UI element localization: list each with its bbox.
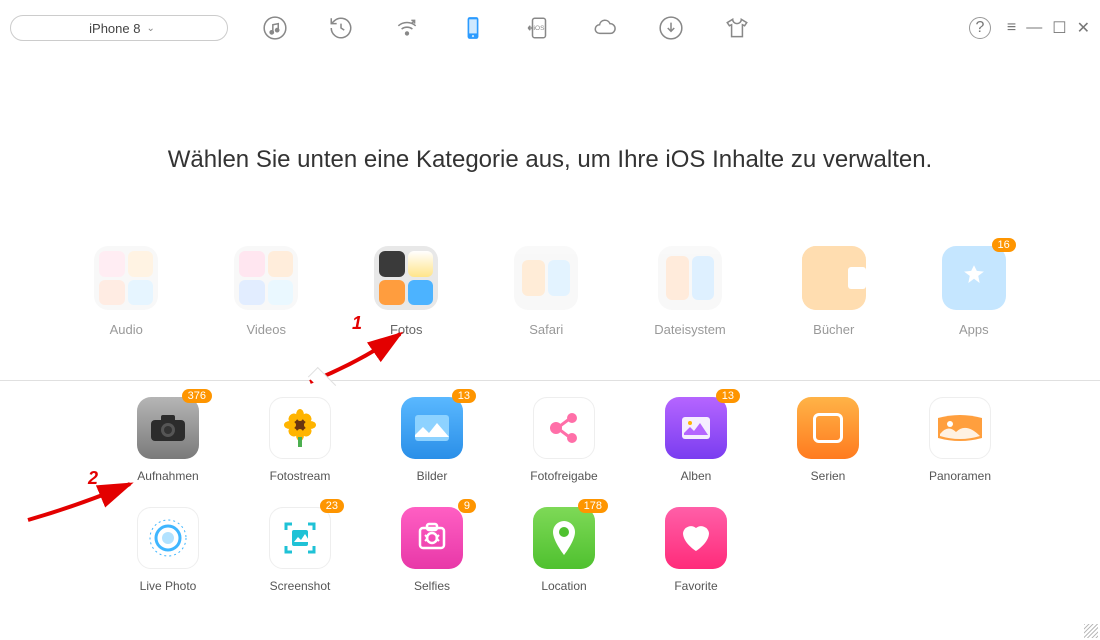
device-selector[interactable]: iPhone 8 ⌄	[10, 15, 228, 41]
badge: 376	[182, 389, 212, 403]
sub-label: Live Photo	[140, 579, 197, 593]
sub-label: Aufnahmen	[137, 469, 198, 483]
wifi-back-icon[interactable]	[392, 13, 422, 43]
svg-text:iOS: iOS	[534, 25, 546, 32]
sub-label: Selfies	[414, 579, 450, 593]
sub-label: Screenshot	[270, 579, 331, 593]
badge: 178	[578, 499, 608, 513]
maximize-icon[interactable]: ☐	[1052, 18, 1066, 38]
category-label: Safari	[529, 322, 563, 337]
chevron-down-icon: ⌄	[146, 23, 154, 34]
sub-label: Panoramen	[929, 469, 991, 483]
sub-label: Fotofreigabe	[530, 469, 597, 483]
phone-icon[interactable]	[458, 13, 488, 43]
category-apps[interactable]: 16 Apps	[942, 246, 1006, 337]
sub-label: Alben	[681, 469, 712, 483]
toolbar: iPhone 8 ⌄ iOS ? ≡ — ☐ ✕	[0, 0, 1100, 56]
category-safari[interactable]: Safari	[514, 246, 578, 337]
page-heading: Wählen Sie unten eine Kategorie aus, um …	[0, 146, 1100, 174]
category-fotos[interactable]: Fotos	[374, 246, 438, 337]
sub-panoramen[interactable]: Panoramen	[926, 397, 994, 483]
category-label: Bücher	[813, 322, 854, 337]
annotation-number-2: 2	[88, 468, 98, 489]
sub-alben[interactable]: 13 Alben	[662, 397, 730, 483]
history-icon[interactable]	[326, 13, 356, 43]
download-icon[interactable]	[656, 13, 686, 43]
ios-transfer-icon[interactable]: iOS	[524, 13, 554, 43]
sub-label: Fotostream	[270, 469, 331, 483]
divider	[0, 380, 1100, 381]
badge: 13	[452, 389, 476, 403]
category-row: Audio Videos Fotos Safari Dateisystem Bü…	[0, 246, 1100, 337]
close-icon[interactable]: ✕	[1077, 18, 1090, 38]
window-controls: ? ≡ — ☐ ✕	[969, 17, 1090, 39]
sub-favorite[interactable]: Favorite	[662, 507, 730, 593]
sub-location[interactable]: 178 Location	[530, 507, 598, 593]
sub-fotofreigabe[interactable]: Fotofreigabe	[530, 397, 598, 483]
category-videos[interactable]: Videos	[234, 246, 298, 337]
badge: 16	[992, 238, 1016, 252]
category-notch	[308, 367, 336, 395]
category-label: Apps	[959, 322, 989, 337]
annotation-number-1: 1	[352, 313, 362, 334]
category-dateisystem[interactable]: Dateisystem	[654, 246, 726, 337]
subcategory-row-1: 376 Aufnahmen Fotostream 13 Bilder Fotof…	[0, 397, 1100, 483]
sub-label: Location	[541, 579, 586, 593]
device-name: iPhone 8	[89, 21, 140, 36]
sub-aufnahmen[interactable]: 376 Aufnahmen	[134, 397, 202, 483]
resize-grip[interactable]	[1084, 624, 1098, 638]
toolbar-icons: iOS	[260, 13, 752, 43]
music-icon[interactable]	[260, 13, 290, 43]
sub-livephoto[interactable]: Live Photo	[134, 507, 202, 593]
sub-bilder[interactable]: 13 Bilder	[398, 397, 466, 483]
help-icon[interactable]: ?	[969, 17, 991, 39]
sub-selfies[interactable]: 9 Selfies	[398, 507, 466, 593]
category-label: Fotos	[390, 322, 423, 337]
menu-icon[interactable]: ≡	[1007, 19, 1016, 37]
category-label: Audio	[110, 322, 143, 337]
cloud-icon[interactable]	[590, 13, 620, 43]
sub-label: Favorite	[674, 579, 717, 593]
subcategory-row-2: Live Photo 23 Screenshot 9 Selfies 178 L…	[0, 507, 1100, 593]
category-buecher[interactable]: Bücher	[802, 246, 866, 337]
sub-serien[interactable]: Serien	[794, 397, 862, 483]
sub-label: Serien	[811, 469, 846, 483]
sub-screenshot[interactable]: 23 Screenshot	[266, 507, 334, 593]
badge: 9	[458, 499, 476, 513]
minimize-icon[interactable]: —	[1026, 19, 1042, 37]
tshirt-icon[interactable]	[722, 13, 752, 43]
badge: 23	[320, 499, 344, 513]
badge: 13	[716, 389, 740, 403]
category-audio[interactable]: Audio	[94, 246, 158, 337]
category-label: Videos	[246, 322, 286, 337]
sub-label: Bilder	[417, 469, 448, 483]
sub-fotostream[interactable]: Fotostream	[266, 397, 334, 483]
category-label: Dateisystem	[654, 322, 726, 337]
